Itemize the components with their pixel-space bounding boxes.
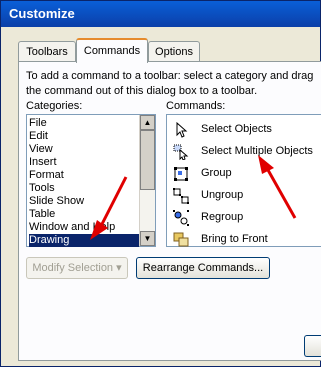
- command-label: Select Objects: [201, 123, 272, 135]
- rearrange-commands-button[interactable]: Rearrange Commands...: [136, 257, 270, 279]
- title-bar[interactable]: Customize: [1, 1, 320, 27]
- categories-label: Categories:: [26, 100, 83, 112]
- category-item[interactable]: Tools: [29, 182, 139, 195]
- tab-label: Options: [155, 46, 193, 58]
- pointer-arrow-icon: [176, 122, 188, 138]
- tab-label: Toolbars: [26, 46, 68, 58]
- command-label: Bring to Front: [201, 233, 268, 245]
- command-label: Select Multiple Objects: [201, 145, 313, 157]
- category-item[interactable]: Format: [29, 169, 139, 182]
- tab-label: Commands: [83, 45, 141, 57]
- category-item[interactable]: Insert: [29, 156, 139, 169]
- command-label: Ungroup: [201, 189, 244, 201]
- tab-commands[interactable]: Commands: [76, 38, 148, 63]
- category-item[interactable]: File: [29, 117, 139, 130]
- select-multiple-icon: [173, 144, 189, 160]
- tab-toolbars[interactable]: Toolbars: [18, 41, 76, 62]
- scroll-thumb[interactable]: [140, 130, 155, 190]
- category-item[interactable]: View: [29, 143, 139, 156]
- window-title: Customize: [9, 6, 75, 21]
- tab-options[interactable]: Options: [148, 41, 200, 62]
- category-item[interactable]: Slide Show: [29, 195, 139, 208]
- command-item[interactable]: Select Objects: [171, 119, 321, 141]
- customize-dialog: Customize Toolbars Commands Options To a…: [0, 0, 321, 367]
- bring-to-front-icon: [173, 232, 189, 247]
- command-label: Regroup: [201, 211, 244, 223]
- regroup-icon: [173, 210, 189, 226]
- commands-label: Commands:: [166, 100, 226, 112]
- instructions-text: To add a command to a toolbar: select a …: [26, 70, 314, 97]
- category-item[interactable]: Edit: [29, 130, 139, 143]
- command-item[interactable]: Bring to Front: [171, 229, 321, 251]
- categories-scrollbar[interactable]: ▲ ▼: [139, 115, 155, 246]
- category-item-selected[interactable]: Drawing: [29, 234, 139, 247]
- scroll-down-button[interactable]: ▼: [140, 231, 155, 246]
- group-icon: [174, 167, 188, 181]
- modify-selection-button[interactable]: Modify Selection ▾: [26, 257, 128, 279]
- close-button-partial[interactable]: [304, 335, 321, 357]
- command-item[interactable]: Group: [171, 163, 321, 185]
- command-label: Group: [201, 167, 232, 179]
- category-item[interactable]: Table: [29, 208, 139, 221]
- categories-list[interactable]: File Edit View Insert Format Tools Slide…: [26, 114, 156, 247]
- command-item[interactable]: Regroup: [171, 207, 321, 229]
- command-item[interactable]: Ungroup: [171, 185, 321, 207]
- category-item[interactable]: Window and Help: [29, 221, 139, 234]
- scroll-up-button[interactable]: ▲: [140, 115, 155, 130]
- command-item[interactable]: Select Multiple Objects: [171, 141, 321, 163]
- ungroup-icon: [173, 188, 189, 204]
- commands-list[interactable]: Select Objects Select Multiple Objects G…: [166, 114, 321, 247]
